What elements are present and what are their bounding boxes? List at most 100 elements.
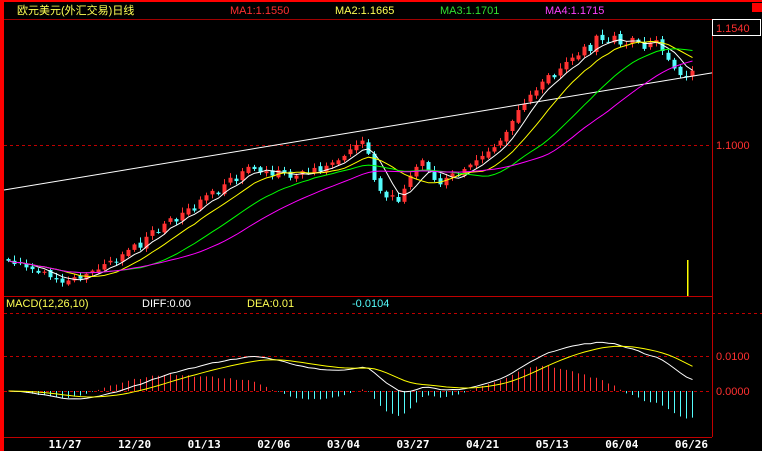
candle-up — [444, 177, 449, 186]
date-tick-label: 06/04 — [605, 438, 638, 451]
macd-axis-zero: 0.0000 — [716, 386, 750, 398]
candle-down — [30, 266, 35, 270]
candle-up — [42, 271, 47, 273]
candle-down — [174, 219, 179, 222]
top-border — [0, 0, 762, 2]
ma3-line — [8, 48, 693, 274]
candle-down — [588, 44, 593, 52]
ma4-value: MA4:1.1715 — [545, 5, 604, 17]
candle-up — [204, 195, 209, 201]
candle-up — [492, 147, 497, 152]
candle-up — [150, 230, 155, 236]
candle-up — [498, 140, 503, 146]
candle-down — [252, 166, 257, 170]
macd-plot — [8, 341, 693, 419]
candle-down — [318, 166, 323, 172]
candle-up — [558, 68, 563, 76]
candle-up — [246, 166, 251, 173]
candle-up — [198, 199, 203, 209]
macd-diff: DIFF:0.00 — [142, 298, 191, 310]
date-tick-label: 01/13 — [188, 438, 221, 451]
candle-down — [6, 259, 11, 261]
candle-up — [510, 120, 515, 132]
macd-label: MACD(12,26,10) — [6, 298, 89, 310]
candle-up — [228, 177, 233, 183]
current-price-label: 1.1540 — [716, 23, 750, 35]
date-tick-label: 02/06 — [257, 438, 290, 451]
candle-down — [234, 178, 239, 182]
candle-up — [540, 81, 545, 90]
candle-up — [420, 160, 425, 166]
forex-chart: 欧元美元(外汇交易)日线 MA1:1.1550 MA2:1.1665 MA3:1… — [0, 0, 762, 451]
candle-up — [168, 218, 173, 222]
price-level-label: 1.1000 — [716, 140, 750, 152]
candle-up — [264, 171, 269, 174]
trendline — [3, 72, 713, 191]
candle-down — [36, 270, 41, 273]
candle-up — [336, 160, 341, 165]
ma1-value: MA1:1.1550 — [230, 5, 289, 17]
candle-up — [570, 57, 575, 62]
date-axis: 11/27 12/20 01/13 02/06 03/04 03/27 04/21 05/13… — [48, 438, 708, 451]
candle-up — [480, 155, 485, 160]
candle-down — [678, 66, 683, 76]
macd-dea: DEA:0.01 — [247, 298, 294, 310]
candle-up — [180, 212, 185, 221]
candle-up — [162, 223, 167, 233]
ma1-line — [8, 39, 693, 281]
candle-down — [114, 261, 119, 263]
candle-up — [516, 110, 521, 123]
candle-up — [582, 46, 587, 56]
candle-up — [210, 190, 215, 195]
candle-up — [294, 175, 299, 179]
candle-up — [342, 155, 347, 161]
date-tick-label: 05/13 — [536, 438, 569, 451]
candle-down — [552, 75, 557, 78]
candle-up — [468, 164, 473, 168]
candle-up — [348, 149, 353, 155]
candle-down — [366, 142, 371, 154]
candle-down — [216, 192, 221, 195]
macd-value: -0.0104 — [352, 298, 389, 310]
macd-axis-high: 0.0100 — [716, 351, 750, 363]
ma-lines — [8, 39, 693, 281]
corner-marker — [752, 3, 762, 12]
candle-up — [528, 94, 533, 102]
candle-down — [384, 191, 389, 198]
candle-up — [132, 244, 137, 250]
candle-up — [102, 264, 107, 270]
candle-up — [546, 75, 551, 84]
date-tick-label: 06/26 — [675, 438, 708, 451]
candle-down — [138, 242, 143, 248]
candle-down — [192, 208, 197, 211]
candle-up — [324, 165, 329, 173]
candle-up — [126, 249, 131, 256]
candle-up — [108, 260, 113, 263]
candle-up — [390, 195, 395, 197]
candle-up — [240, 171, 245, 181]
candle-down — [432, 171, 437, 180]
candle-up — [474, 160, 479, 166]
dea-line — [8, 345, 693, 398]
chart-title: 欧元美元(外汇交易)日线 — [17, 3, 134, 17]
candle-down — [396, 197, 401, 202]
volume-marker — [687, 260, 689, 296]
candle-up — [330, 162, 335, 165]
candle-up — [504, 131, 509, 142]
candle-down — [666, 52, 671, 60]
candle-up — [360, 140, 365, 145]
candle-down — [54, 278, 59, 280]
date-tick-label: 12/20 — [118, 438, 151, 451]
candle-down — [156, 231, 161, 233]
date-tick-label: 03/04 — [327, 438, 360, 451]
candle-up — [576, 55, 581, 60]
ma2-value: MA2:1.1665 — [335, 5, 394, 17]
candle-up — [354, 145, 359, 151]
candle-up — [534, 90, 539, 96]
date-tick-label: 04/21 — [466, 438, 499, 451]
candle-down — [60, 278, 65, 283]
candle-up — [564, 61, 569, 70]
candle-up — [120, 254, 125, 262]
ma3-value: MA3:1.1701 — [440, 5, 499, 17]
left-border — [0, 0, 4, 451]
